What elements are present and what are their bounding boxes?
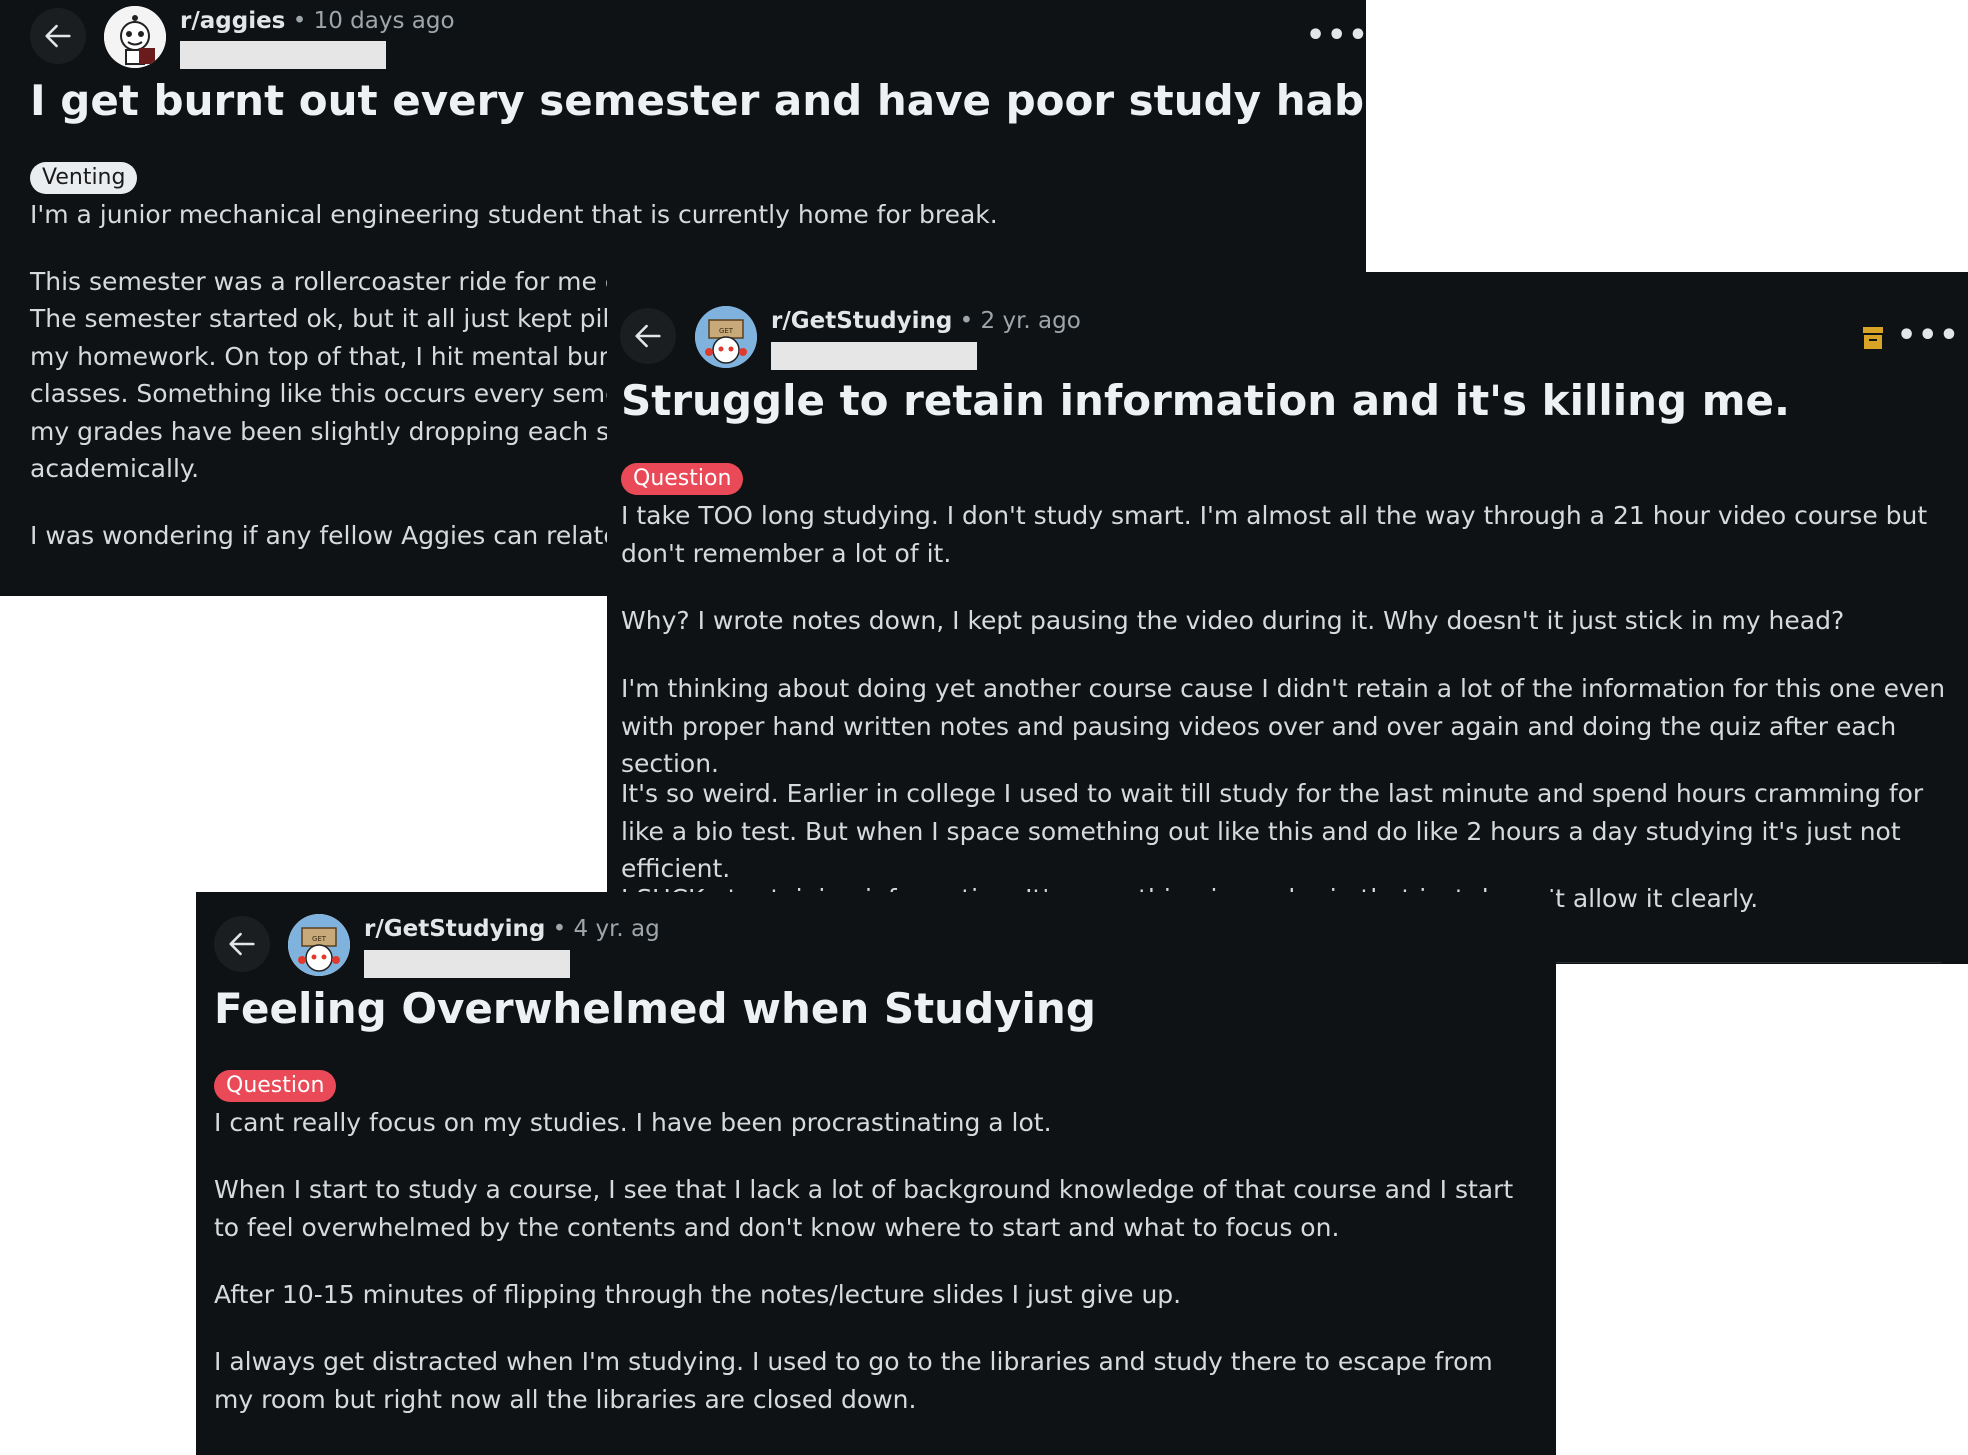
redacted-username bbox=[771, 342, 977, 370]
meta-separator: • bbox=[959, 308, 981, 334]
meta-separator: • bbox=[552, 916, 574, 942]
back-button[interactable] bbox=[214, 916, 270, 972]
svg-text:GET: GET bbox=[312, 935, 327, 943]
archive-icon[interactable] bbox=[1863, 327, 1883, 349]
post-body-line: classes. Something like this occurs ever… bbox=[30, 379, 677, 408]
post-body-paragraph: I always get distracted when I'm studyin… bbox=[214, 1347, 1501, 1414]
post-body-paragraph: After 10-15 minutes of flipping through … bbox=[214, 1280, 1182, 1309]
post-body-line: This semester was a rollercoaster ride f… bbox=[30, 267, 670, 296]
post-body-paragraph: I cant really focus on my studies. I hav… bbox=[214, 1108, 1052, 1137]
post-age: 2 yr. ago bbox=[980, 308, 1081, 334]
post-body-paragraph: When I start to study a course, I see th… bbox=[214, 1175, 1522, 1242]
arrow-left-icon bbox=[229, 932, 255, 956]
post-body-paragraph: Why? I wrote notes down, I kept pausing … bbox=[621, 606, 1845, 635]
post-meta: r/GetStudying • 2 yr. ago bbox=[771, 308, 1081, 334]
meta-separator: • bbox=[292, 8, 314, 34]
arrow-left-icon bbox=[45, 24, 71, 48]
subreddit-link[interactable]: r/GetStudying bbox=[364, 916, 545, 942]
more-options-icon[interactable]: ••• bbox=[1306, 21, 1366, 51]
post-card-getstudying-overwhelmed: GET r/GetStudying • 4 yr. ag Feeling Ove… bbox=[196, 892, 1556, 1455]
arrow-left-icon bbox=[635, 324, 661, 348]
aggies-avatar-icon[interactable] bbox=[104, 6, 166, 68]
getstudying-avatar-icon[interactable]: GET bbox=[695, 306, 757, 368]
post-body-paragraph: I take TOO long studying. I don't study … bbox=[621, 501, 1936, 568]
post-meta: r/aggies • 10 days ago bbox=[180, 8, 455, 34]
post-body-paragraph: I'm thinking about doing yet another cou… bbox=[621, 674, 1953, 778]
post-body-line: The semester started ok, but it all just… bbox=[30, 304, 672, 333]
post-title: I get burnt out every semester and have … bbox=[30, 76, 1366, 125]
post-body-line: my grades have been slightly dropping ea… bbox=[30, 417, 665, 446]
post-title: Struggle to retain information and it's … bbox=[621, 376, 1790, 425]
subreddit-link[interactable]: r/GetStudying bbox=[771, 308, 952, 334]
post-age: 10 days ago bbox=[313, 8, 455, 34]
post-body-paragraph: It's so weird. Earlier in college I used… bbox=[621, 779, 1932, 883]
post-body-line: academically. bbox=[30, 454, 200, 483]
more-options-icon[interactable]: ••• bbox=[1897, 321, 1961, 351]
post-body-line: my homework. On top of that, I hit menta… bbox=[30, 342, 656, 371]
post-body-paragraph: I'm a junior mechanical engineering stud… bbox=[30, 200, 998, 229]
post-flair[interactable]: Question bbox=[621, 463, 744, 495]
getstudying-avatar-icon[interactable]: GET bbox=[288, 914, 350, 976]
post-flair[interactable]: Question bbox=[214, 1070, 337, 1102]
post-card-getstudying-retain: GET r/GetStudying • 2 yr. ago ••• Strugg… bbox=[607, 272, 1968, 964]
post-body-line: I was wondering if any fellow Aggies can… bbox=[30, 521, 653, 550]
post-title: Feeling Overwhelmed when Studying bbox=[214, 984, 1096, 1033]
post-meta: r/GetStudying • 4 yr. ag bbox=[364, 916, 660, 942]
svg-text:GET: GET bbox=[719, 327, 734, 335]
back-button[interactable] bbox=[30, 8, 86, 64]
post-flair[interactable]: Venting bbox=[30, 162, 138, 194]
redacted-username bbox=[180, 41, 386, 69]
post-age: 4 yr. ag bbox=[573, 916, 660, 942]
back-button[interactable] bbox=[620, 308, 676, 364]
redacted-username bbox=[364, 950, 570, 978]
subreddit-link[interactable]: r/aggies bbox=[180, 8, 285, 34]
